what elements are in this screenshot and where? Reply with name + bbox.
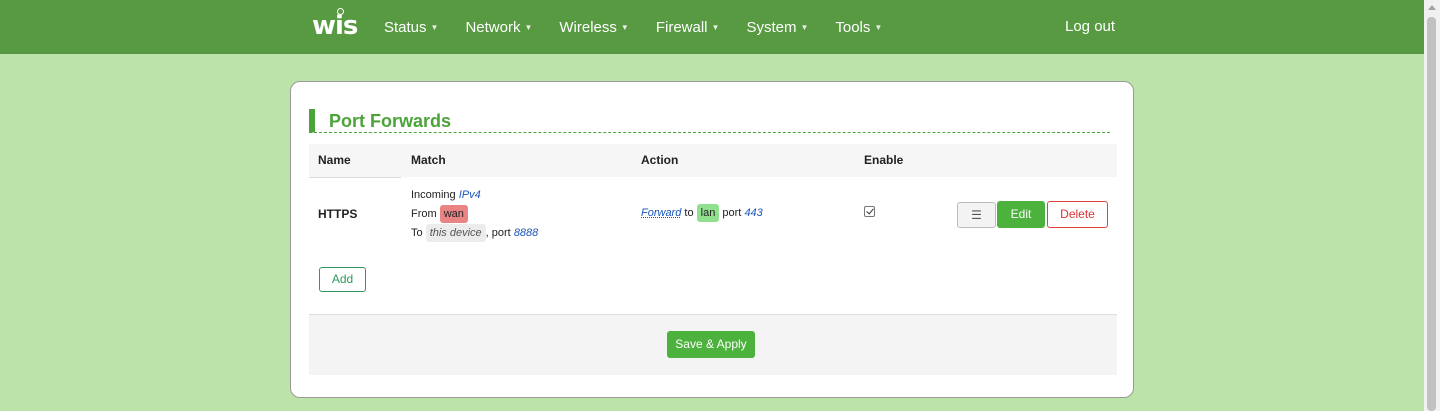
delete-button[interactable]: Delete <box>1047 201 1108 228</box>
internal-port-value: 443 <box>744 207 763 219</box>
actions-footer: Save & Apply <box>309 314 1117 375</box>
caret-down-icon: ▼ <box>800 22 809 32</box>
main-menu: Status ▼ Network ▼ Wireless ▼ Firewall ▼ Sys… <box>384 0 909 54</box>
section-title: Port Forwards <box>329 111 452 131</box>
scroll-up-arrow-icon[interactable] <box>1428 5 1436 10</box>
add-button[interactable]: Add <box>319 267 366 292</box>
menu-status-label: Status <box>384 18 427 36</box>
menu-firewall[interactable]: Firewall ▼ <box>656 19 720 36</box>
caret-down-icon: ▼ <box>711 22 720 32</box>
brand-logo[interactable]: wis <box>312 8 358 41</box>
match-to-line: To this device, port 8888 <box>411 224 538 243</box>
action-port-label: port <box>722 207 742 219</box>
caret-down-icon: ▼ <box>874 22 883 32</box>
forward-link[interactable]: Forward <box>641 207 681 219</box>
menu-network[interactable]: Network ▼ <box>465 19 532 36</box>
external-port-value: 8888 <box>513 227 539 239</box>
header-action: Action <box>641 153 679 167</box>
top-navbar: wis Status ▼ Network ▼ Wireless ▼ Firewall ▼… <box>0 0 1424 54</box>
menu-wireless-label: Wireless <box>559 18 617 36</box>
menu-network-label: Network <box>465 18 521 36</box>
logo-text: wis <box>312 11 358 41</box>
edit-button[interactable]: Edit <box>997 201 1045 228</box>
header-enable: Enable <box>864 153 904 167</box>
table-header: Name Match Action Enable <box>309 144 1117 178</box>
page-scrollbar[interactable] <box>1424 0 1440 411</box>
lan-zone-badge: lan <box>696 204 720 222</box>
header-divider <box>309 177 401 178</box>
menu-tools-label: Tools <box>835 18 871 36</box>
action-cell: Forward to lan port 443 <box>641 204 763 222</box>
enable-checkbox[interactable] <box>864 206 875 217</box>
port-forwards-card: Port Forwards Name Match Action Enable H… <box>290 81 1134 398</box>
save-apply-button[interactable]: Save & Apply <box>667 331 755 358</box>
action-to-label: to <box>684 207 694 219</box>
port-label: , port <box>485 227 511 239</box>
section-header: Port Forwards <box>309 109 1110 133</box>
menu-firewall-label: Firewall <box>655 18 708 36</box>
scrollbar-thumb[interactable] <box>1427 17 1436 411</box>
menu-tools[interactable]: Tools ▼ <box>835 19 882 36</box>
caret-down-icon: ▼ <box>620 22 629 32</box>
logo-dot-icon <box>337 8 344 15</box>
menu-status[interactable]: Status ▼ <box>384 19 438 36</box>
header-name: Name <box>318 153 351 167</box>
device-badge: this device <box>425 224 486 242</box>
from-label: From <box>411 208 437 220</box>
wan-zone-badge: wan <box>439 205 468 223</box>
caret-down-icon: ▼ <box>524 22 533 32</box>
incoming-label: Incoming <box>411 189 456 201</box>
rule-name: HTTPS <box>318 207 358 221</box>
drag-handle-icon[interactable]: ☰ <box>957 202 996 228</box>
to-label: To <box>411 227 423 239</box>
header-match: Match <box>411 153 446 167</box>
menu-wireless[interactable]: Wireless ▼ <box>559 19 628 36</box>
logout-link[interactable]: Log out <box>1065 18 1115 35</box>
protocol-value: IPv4 <box>458 189 481 201</box>
caret-down-icon: ▼ <box>430 22 439 32</box>
match-from-line: From wan <box>411 205 538 224</box>
match-incoming-line: Incoming IPv4 <box>411 186 538 205</box>
menu-system-label: System <box>746 18 797 36</box>
menu-system[interactable]: System ▼ <box>746 19 808 36</box>
match-cell: Incoming IPv4 From wan To this device, p… <box>411 186 538 243</box>
